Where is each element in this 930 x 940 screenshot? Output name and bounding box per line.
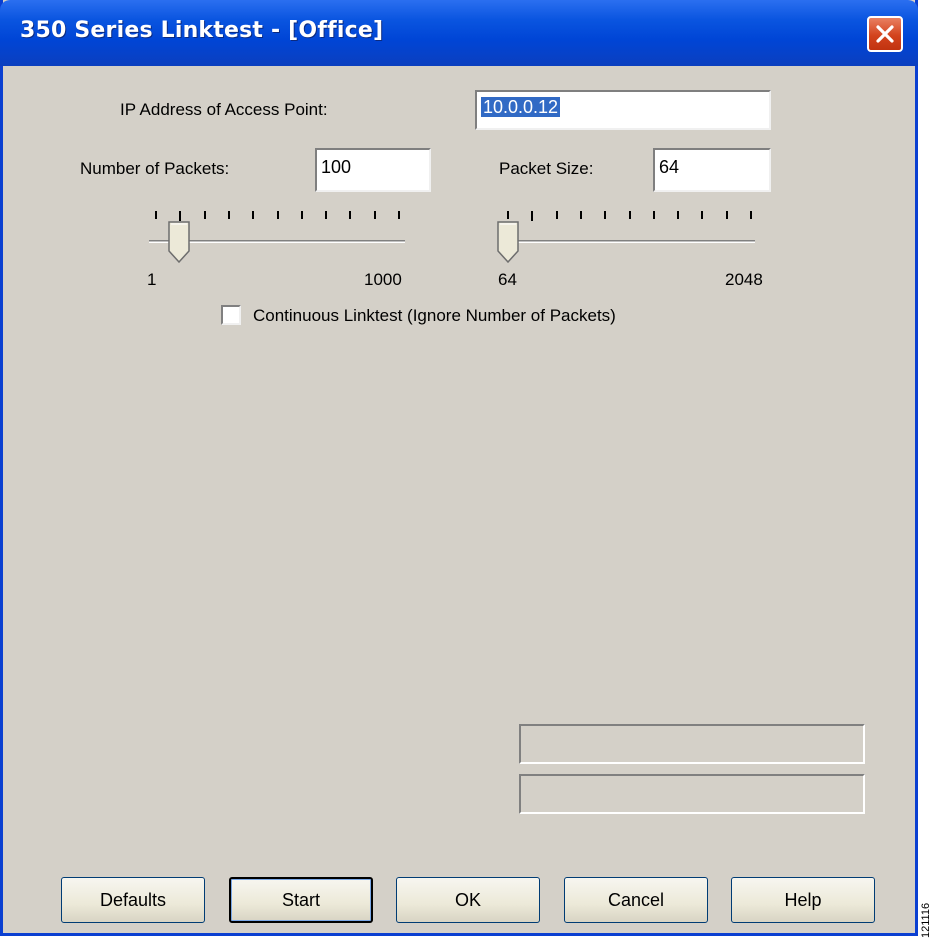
slider-tick	[677, 211, 679, 219]
start-button[interactable]: Start	[229, 877, 373, 923]
slider-tick	[155, 211, 157, 219]
ip-address-label: IP Address of Access Point:	[120, 100, 328, 119]
packet-size-slider-max: 2048	[725, 270, 763, 289]
slider-tick	[179, 211, 181, 221]
slider-tick	[349, 211, 351, 219]
packets-value: 100	[321, 157, 352, 177]
close-icon	[876, 25, 894, 43]
linktest-dialog: 350 Series Linktest - [Office] IP Addres…	[0, 0, 918, 936]
slider-tick	[277, 211, 279, 219]
slider-tick	[531, 211, 533, 221]
packets-slider-ticks	[155, 211, 400, 221]
ok-button[interactable]: OK	[396, 877, 540, 923]
slider-tick	[653, 211, 655, 219]
slider-tick	[228, 211, 230, 219]
packet-size-value: 64	[659, 157, 680, 177]
status-box-2	[519, 774, 865, 814]
packet-size-slider-track[interactable]	[499, 240, 755, 243]
slider-tick	[374, 211, 376, 219]
cancel-button[interactable]: Cancel	[564, 877, 708, 923]
title-bar[interactable]: 350 Series Linktest - [Office]	[0, 0, 918, 66]
window-title: 350 Series Linktest - [Office]	[20, 18, 384, 43]
packet-size-slider-ticks	[507, 211, 752, 221]
packet-size-input[interactable]: 64	[653, 148, 771, 192]
help-button[interactable]: Help	[731, 877, 875, 923]
ip-address-value: 10.0.0.12	[481, 97, 561, 117]
slider-tick	[507, 211, 509, 219]
slider-tick	[556, 211, 558, 219]
packets-slider-min: 1	[147, 270, 157, 289]
slider-tick	[204, 211, 206, 219]
slider-tick	[604, 211, 606, 219]
slider-tick	[398, 211, 400, 219]
slider-tick	[701, 211, 703, 219]
packets-slider-thumb[interactable]	[168, 221, 190, 264]
figure-id-text: 121116	[920, 902, 930, 938]
slider-tick	[325, 211, 327, 219]
defaults-button[interactable]: Defaults	[61, 877, 205, 923]
continuous-linktest-label[interactable]: Continuous Linktest (Ignore Number of Pa…	[253, 306, 616, 326]
packets-input[interactable]: 100	[315, 148, 431, 192]
ip-address-input[interactable]: 10.0.0.12	[475, 90, 771, 130]
packet-size-slider-min: 64	[498, 270, 517, 289]
slider-tick	[252, 211, 254, 219]
figure-id: 121116	[920, 880, 930, 940]
slider-tick	[726, 211, 728, 219]
packet-size-label: Packet Size:	[499, 159, 594, 178]
continuous-linktest-checkbox[interactable]	[221, 305, 241, 325]
packets-label: Number of Packets:	[80, 159, 230, 178]
status-box-1	[519, 724, 865, 764]
packet-size-slider-thumb[interactable]	[497, 221, 519, 264]
slider-tick	[629, 211, 631, 219]
slider-tick	[750, 211, 752, 219]
packets-slider-max: 1000	[364, 270, 402, 289]
close-button[interactable]	[867, 16, 903, 52]
slider-tick	[301, 211, 303, 219]
slider-tick	[580, 211, 582, 219]
